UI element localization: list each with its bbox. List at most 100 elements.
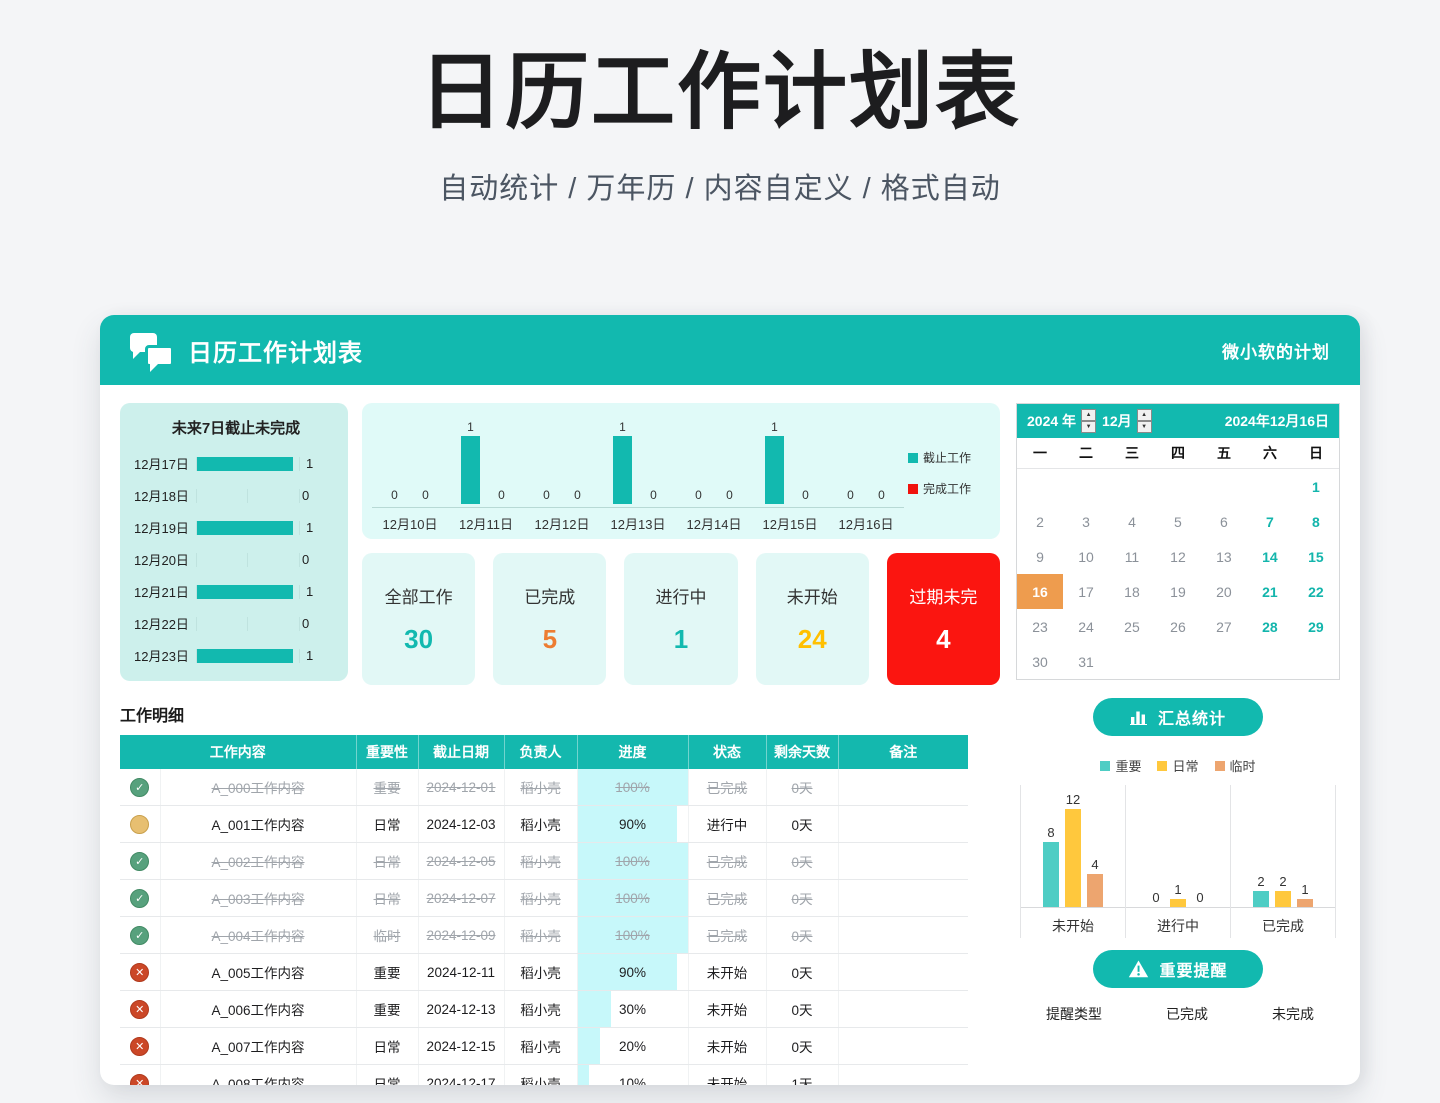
status-notstarted-icon: ✕ <box>130 1000 149 1019</box>
upcoming-row: 12月21日 1 <box>134 576 338 607</box>
calendar-day[interactable]: 1 <box>1293 469 1339 504</box>
calendar-day <box>1247 469 1293 504</box>
calendar-day[interactable]: 24 <box>1063 609 1109 644</box>
legend-item: 日常 <box>1157 756 1198 775</box>
work-table-row[interactable]: ✕ A_007工作内容 日常 2024-12-15 稻小壳 20% 未开始 0天 <box>120 1028 968 1065</box>
cell-content: A_006工作内容 <box>160 991 356 1028</box>
calendar-day[interactable]: 18 <box>1109 574 1155 609</box>
calendar-day[interactable]: 4 <box>1109 504 1155 539</box>
spinner-down-icon[interactable]: ▼ <box>1081 421 1096 433</box>
calendar-day[interactable]: 5 <box>1155 504 1201 539</box>
upcoming-date: 12月17日 <box>134 454 196 473</box>
cell-importance: 临时 <box>356 917 418 954</box>
upcoming-date: 12月20日 <box>134 550 196 569</box>
calendar-day[interactable]: 2 <box>1017 504 1063 539</box>
stat-card[interactable]: 进行中 1 <box>624 553 737 685</box>
spinner-up-icon[interactable]: ▲ <box>1081 409 1096 421</box>
category-legend: 重要 日常 临时 <box>1016 756 1340 775</box>
work-table-row[interactable]: ✓ A_000工作内容 重要 2024-12-01 稻小壳 100% 已完成 0… <box>120 769 968 806</box>
calendar-day[interactable]: 17 <box>1063 574 1109 609</box>
stat-value: 4 <box>936 624 950 655</box>
spinner-down-icon[interactable]: ▼ <box>1137 421 1152 433</box>
calendar-day[interactable]: 6 <box>1201 504 1247 539</box>
cell-deadline: 2024-12-05 <box>418 843 504 880</box>
cell-days-left: 0天 <box>766 843 838 880</box>
reminder-footer-label: 已完成 <box>1166 1004 1208 1024</box>
cell-owner: 稻小壳 <box>504 1065 577 1086</box>
upcoming-row: 12月22日 0 <box>134 608 338 639</box>
upcoming-bar-track <box>196 585 300 599</box>
calendar-day[interactable]: 19 <box>1155 574 1201 609</box>
column-header[interactable]: 截止日期 <box>418 735 504 769</box>
calendar-day[interactable]: 31 <box>1063 644 1109 679</box>
calendar-day[interactable]: 16 <box>1017 574 1063 609</box>
week-bar <box>765 436 784 504</box>
status-chart-group: 8 12 4 未开始 <box>1020 785 1126 938</box>
calendar-day[interactable]: 3 <box>1063 504 1109 539</box>
column-header[interactable]: 负责人 <box>504 735 577 769</box>
stat-cards-row: 全部工作 30 已完成 5 进行中 1 未开始 24 过期未完 4 <box>362 553 1000 685</box>
stat-card[interactable]: 全部工作 30 <box>362 553 475 685</box>
cell-progress: 90% <box>577 806 688 843</box>
status-chart: 8 12 4 未开始 0 1 0 进行中 <box>1016 785 1340 938</box>
calendar-day[interactable]: 23 <box>1017 609 1063 644</box>
side-panel: 2024 年 ▲▼ 12月 ▲▼ 2024年12月16日 一二三四五六日 1 2… <box>1000 403 1340 1085</box>
calendar-day[interactable]: 21 <box>1247 574 1293 609</box>
calendar-day[interactable]: 22 <box>1293 574 1339 609</box>
column-header[interactable]: 备注 <box>838 735 968 769</box>
upcoming-panel: 未来7日截止未完成 12月17日 1 12月18日 0 12月19日 1 12月… <box>120 403 348 681</box>
work-table-row[interactable]: ✕ A_006工作内容 重要 2024-12-13 稻小壳 30% 未开始 0天 <box>120 991 968 1028</box>
calendar-day[interactable]: 8 <box>1293 504 1339 539</box>
weekday-label: 一 <box>1017 443 1063 463</box>
status-bar <box>1297 899 1313 907</box>
stat-card[interactable]: 未开始 24 <box>756 553 869 685</box>
calendar-day[interactable]: 28 <box>1247 609 1293 644</box>
month-spinner[interactable]: ▲▼ <box>1137 409 1152 433</box>
app-title: 日历工作计划表 <box>188 333 363 368</box>
calendar-day[interactable]: 27 <box>1201 609 1247 644</box>
calendar-day[interactable]: 11 <box>1109 539 1155 574</box>
work-table-row[interactable]: A_001工作内容 日常 2024-12-03 稻小壳 90% 进行中 0天 <box>120 806 968 843</box>
calendar-day[interactable]: 7 <box>1247 504 1293 539</box>
upcoming-value: 0 <box>302 552 309 567</box>
calendar-day[interactable]: 29 <box>1293 609 1339 644</box>
week-chart-category: 12月12日 <box>524 507 600 533</box>
column-header[interactable]: 重要性 <box>356 735 418 769</box>
calendar-day[interactable]: 25 <box>1109 609 1155 644</box>
stat-value: 24 <box>798 624 827 655</box>
calendar-day[interactable]: 26 <box>1155 609 1201 644</box>
calendar-day[interactable]: 9 <box>1017 539 1063 574</box>
calendar-day[interactable]: 15 <box>1293 539 1339 574</box>
work-table-row[interactable]: ✓ A_002工作内容 日常 2024-12-05 稻小壳 100% 已完成 0… <box>120 843 968 880</box>
calendar-day[interactable]: 14 <box>1247 539 1293 574</box>
stat-card[interactable]: 已完成 5 <box>493 553 606 685</box>
weekday-label: 四 <box>1155 443 1201 463</box>
calendar-day[interactable]: 30 <box>1017 644 1063 679</box>
calendar-day[interactable]: 20 <box>1201 574 1247 609</box>
stat-card[interactable]: 过期未完 4 <box>887 553 1000 685</box>
column-header[interactable]: 工作内容 <box>120 735 356 769</box>
work-table-row[interactable]: ✓ A_003工作内容 日常 2024-12-07 稻小壳 100% 已完成 0… <box>120 880 968 917</box>
year-spinner[interactable]: ▲▼ <box>1081 409 1096 433</box>
upcoming-bar-track <box>196 649 300 663</box>
column-header[interactable]: 进度 <box>577 735 688 769</box>
week-chart-legend: 截止工作 完成工作 <box>904 413 994 533</box>
work-table-row[interactable]: ✕ A_005工作内容 重要 2024-12-11 稻小壳 90% 未开始 0天 <box>120 954 968 991</box>
calendar-day[interactable]: 13 <box>1201 539 1247 574</box>
cell-days-left: 0天 <box>766 954 838 991</box>
important-reminder-button[interactable]: 重要提醒 <box>1093 950 1263 988</box>
column-header[interactable]: 剩余天数 <box>766 735 838 769</box>
reminder-footer-label: 提醒类型 <box>1046 1004 1102 1024</box>
work-table-row[interactable]: ✓ A_004工作内容 临时 2024-12-09 稻小壳 100% 已完成 0… <box>120 917 968 954</box>
cell-importance: 日常 <box>356 880 418 917</box>
calendar-day[interactable]: 12 <box>1155 539 1201 574</box>
summary-stats-button[interactable]: 汇总统计 <box>1093 698 1263 736</box>
spinner-up-icon[interactable]: ▲ <box>1137 409 1152 421</box>
calendar-year-label: 2024 年 <box>1027 411 1076 431</box>
column-header[interactable]: 状态 <box>688 735 766 769</box>
calendar-day[interactable]: 10 <box>1063 539 1109 574</box>
work-table-row[interactable]: ✕ A_008工作内容 日常 2024-12-17 稻小壳 10% 未开始 1天 <box>120 1065 968 1086</box>
status-bar-column: 1 <box>1297 882 1313 907</box>
week-bar-column: 0 <box>416 488 435 504</box>
calendar-day <box>1201 469 1247 504</box>
